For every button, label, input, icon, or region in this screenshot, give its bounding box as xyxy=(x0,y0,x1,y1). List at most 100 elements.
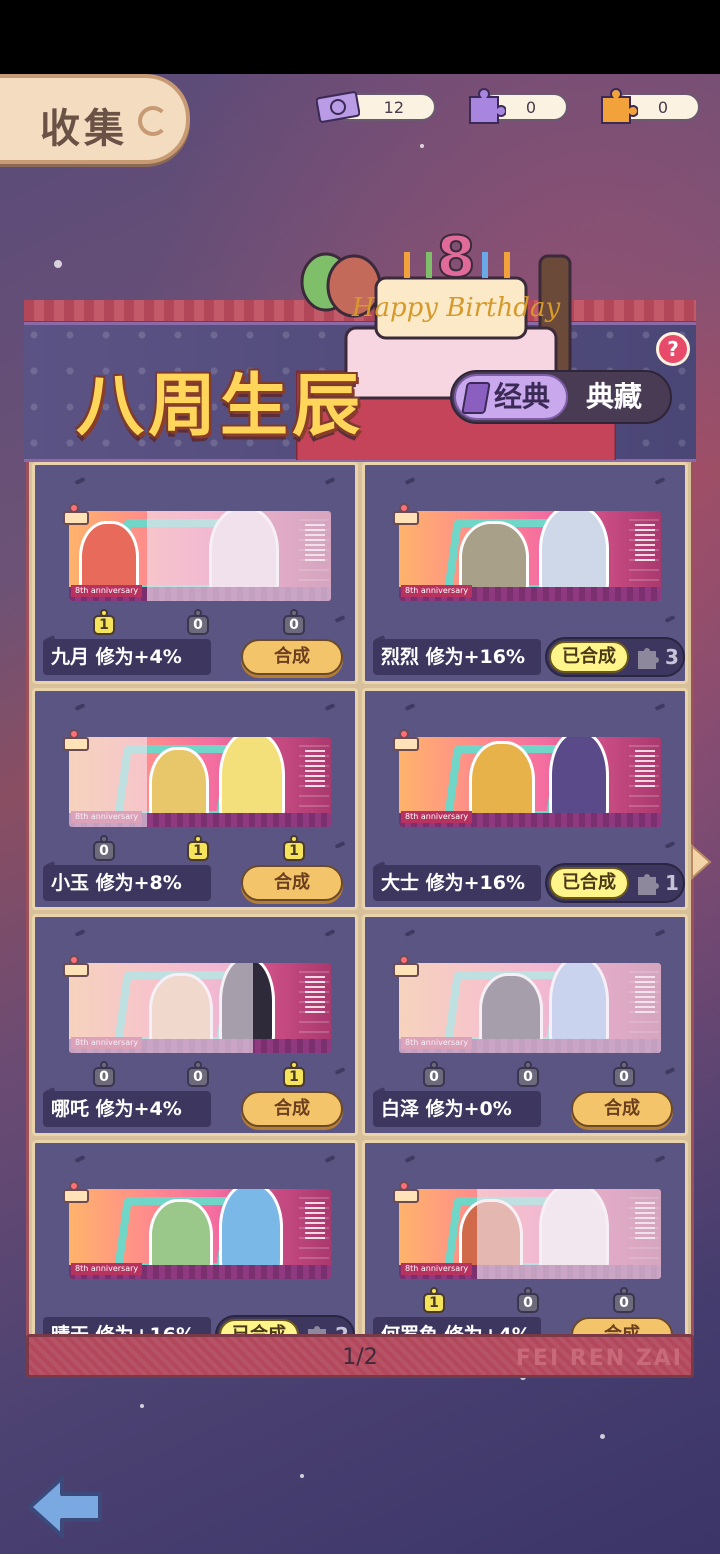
cake-icon xyxy=(63,955,89,977)
decor-dot xyxy=(654,703,666,711)
composed-status: 已合成 1 xyxy=(545,863,685,903)
piece-counter: 0 xyxy=(93,1061,115,1087)
card-grid: 8th anniversary 1 0 0 九月 修为+4% 合成 8th an… xyxy=(30,462,690,1334)
cake-text: Happy Birthday xyxy=(351,293,561,323)
cake-icon xyxy=(63,729,89,751)
decor-dot xyxy=(74,929,86,937)
decor-dot xyxy=(404,929,416,937)
composed-button[interactable]: 已合成 xyxy=(549,867,629,899)
decor-dot xyxy=(74,703,86,711)
status-bar xyxy=(0,0,720,74)
currency-orange-puzzle[interactable]: 0 xyxy=(601,88,700,124)
cake-icon xyxy=(393,1181,419,1203)
help-button[interactable]: ? xyxy=(656,332,690,366)
decor-dot xyxy=(324,929,336,937)
purple-puzzle-icon xyxy=(469,88,506,124)
purple-puzzle-count: 0 xyxy=(525,98,536,117)
card-qingtian[interactable]: 8th anniversary 晴天 修为+16% 已合成 2 xyxy=(32,1140,358,1334)
extra-pieces-count: 2 xyxy=(335,1323,349,1334)
card-artwork: 8th anniversary xyxy=(69,511,331,601)
card-jiuyue[interactable]: 8th anniversary 1 0 0 九月 修为+4% 合成 xyxy=(32,462,358,684)
decor-dot xyxy=(74,1155,86,1163)
card-artwork: 8th anniversary xyxy=(399,963,661,1053)
mode-toggle[interactable]: 经典 典藏 xyxy=(450,370,672,424)
compose-button[interactable]: 合成 xyxy=(571,1091,673,1127)
card-artwork: 8th anniversary xyxy=(69,737,331,827)
barcode xyxy=(635,521,655,561)
decor-dot xyxy=(664,1067,676,1075)
card-heluoyu[interactable]: 8th anniversary 1 0 0 何罗鱼 修为+4% 合成 xyxy=(362,1140,688,1334)
card-name-label: 大士 修为+16% xyxy=(373,865,541,901)
currency-ticket[interactable]: 12 xyxy=(316,91,436,123)
card-name-label: 哪吒 修为+4% xyxy=(43,1091,211,1127)
piece-counter: 1 xyxy=(423,1287,445,1313)
piece-counter: 0 xyxy=(613,1287,635,1313)
orange-puzzle-icon xyxy=(601,88,638,124)
piece-counter: 0 xyxy=(187,1061,209,1087)
mode-classic-button[interactable]: 经典 xyxy=(454,374,568,420)
card-baize[interactable]: 8th anniversary 0 0 0 白泽 修为+0% 合成 xyxy=(362,914,688,1136)
piece-counter: 0 xyxy=(93,835,115,861)
barcode xyxy=(305,973,325,1013)
anniversary-tag: 8th anniversary xyxy=(401,1263,473,1275)
piece-counter: 0 xyxy=(613,1061,635,1087)
composed-button[interactable]: 已合成 xyxy=(549,641,629,673)
cake-icon xyxy=(63,503,89,525)
compose-button[interactable]: 合成 xyxy=(241,639,343,675)
ticket-count: 12 xyxy=(383,98,404,117)
decor-dot xyxy=(74,477,86,485)
card-name-label: 白泽 修为+0% xyxy=(373,1091,541,1127)
decor-dot xyxy=(664,615,676,623)
missing-piece-overlay xyxy=(399,963,661,1053)
composed-button[interactable]: 已合成 xyxy=(219,1319,299,1334)
star xyxy=(54,260,62,268)
mode-collection-button[interactable]: 典藏 xyxy=(586,376,642,418)
piece-counter: 1 xyxy=(93,609,115,635)
swirl-ornament-icon xyxy=(138,106,168,136)
piece-counter: 0 xyxy=(517,1061,539,1087)
compose-button[interactable]: 合成 xyxy=(571,1317,673,1334)
compose-button[interactable]: 合成 xyxy=(241,1091,343,1127)
cake-icon xyxy=(63,1181,89,1203)
cake-number: 8 xyxy=(437,225,476,290)
pagination-bar: 1/2 FEI REN ZAI xyxy=(26,1334,694,1378)
decor-dot xyxy=(404,1155,416,1163)
card-nezha[interactable]: 8th anniversary 0 0 1 哪吒 修为+4% 合成 xyxy=(32,914,358,1136)
piece-counter: 0 xyxy=(517,1287,539,1313)
missing-piece-overlay xyxy=(147,511,331,601)
card-artwork: 8th anniversary xyxy=(69,963,331,1053)
decor-dot xyxy=(654,1155,666,1163)
puzzle-piece-icon xyxy=(638,874,659,895)
card-dashi[interactable]: 8th anniversary 大士 修为+16% 已合成 1 xyxy=(362,688,688,910)
barcode xyxy=(305,1199,325,1239)
event-title: 八周生辰 xyxy=(76,367,365,446)
star xyxy=(420,144,424,148)
decor-dot xyxy=(404,703,416,711)
card-artwork: 8th anniversary xyxy=(399,1189,661,1279)
anniversary-tag: 8th anniversary xyxy=(71,1263,143,1275)
card-name-label: 烈烈 修为+16% xyxy=(373,639,541,675)
piece-counter: 1 xyxy=(187,835,209,861)
piece-counter: 0 xyxy=(283,609,305,635)
cake-icon xyxy=(393,503,419,525)
extra-pieces-count: 1 xyxy=(665,871,679,895)
back-arrow-icon[interactable] xyxy=(26,1472,106,1542)
decor-dot xyxy=(324,703,336,711)
card-xiaoyu[interactable]: 8th anniversary 0 1 1 小玉 修为+8% 合成 xyxy=(32,688,358,910)
watermark: FEI REN ZAI xyxy=(515,1346,683,1371)
missing-piece-overlay xyxy=(477,1189,661,1279)
next-page-arrow-icon[interactable] xyxy=(688,842,714,882)
anniversary-tag: 8th anniversary xyxy=(401,811,473,823)
card-lielie[interactable]: 8th anniversary 烈烈 修为+16% 已合成 3 xyxy=(362,462,688,684)
puzzle-piece-icon xyxy=(308,1326,326,1334)
decor-dot xyxy=(334,615,346,623)
card-name-label: 九月 修为+4% xyxy=(43,639,211,675)
card-artwork: 8th anniversary xyxy=(69,1189,331,1279)
decor-dot xyxy=(664,841,676,849)
piece-counter: 1 xyxy=(283,835,305,861)
orange-puzzle-count: 0 xyxy=(657,98,668,117)
currency-purple-puzzle[interactable]: 0 xyxy=(469,88,568,124)
collection-title-tab: 收集 xyxy=(0,74,190,164)
decor-dot xyxy=(404,477,416,485)
compose-button[interactable]: 合成 xyxy=(241,865,343,901)
